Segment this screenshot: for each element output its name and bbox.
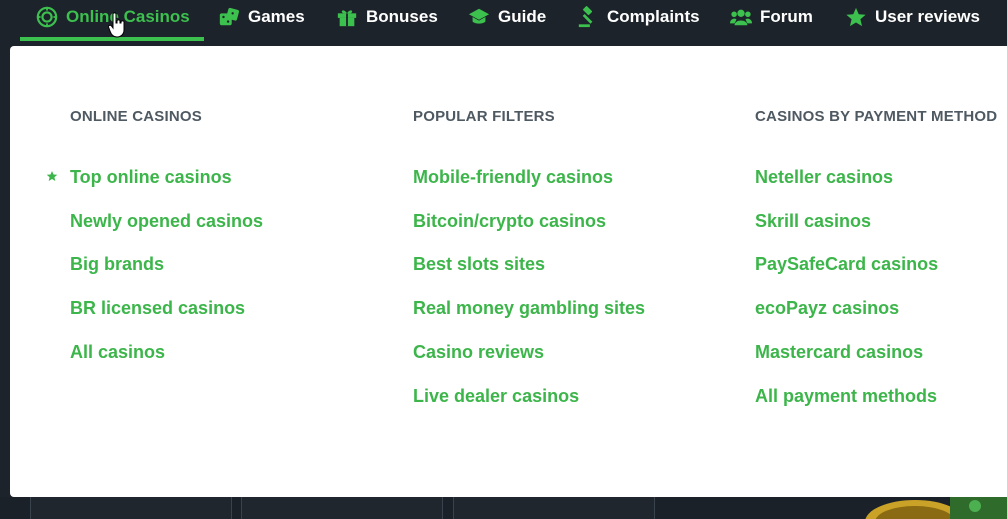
main-nav: Online Casinos Games Bonuses Guide Compl… xyxy=(0,0,1007,42)
hand-cursor-icon xyxy=(108,12,125,38)
link-big-brands[interactable]: Big brands xyxy=(70,254,164,275)
link-top-online-casinos[interactable]: Top online casinos xyxy=(70,167,232,188)
gift-icon xyxy=(337,10,357,27)
nav-bonuses-label: Bonuses xyxy=(366,7,438,26)
link-bitcoin-crypto-casinos[interactable]: Bitcoin/crypto casinos xyxy=(413,211,606,232)
content-card xyxy=(30,497,232,519)
nav-forum[interactable]: Forum xyxy=(730,0,813,34)
nav-guide[interactable]: Guide xyxy=(468,0,546,34)
nav-user-reviews-label: User reviews xyxy=(875,7,980,26)
link-best-slots-sites[interactable]: Best slots sites xyxy=(413,254,545,275)
nav-complaints-label: Complaints xyxy=(607,7,700,26)
online-casinos-dropdown: ONLINE CASINOS Top online casinos Newly … xyxy=(10,46,1007,497)
nav-complaints[interactable]: Complaints xyxy=(577,0,700,34)
nav-games-label: Games xyxy=(248,7,305,26)
star-icon xyxy=(846,7,866,27)
featured-star-icon xyxy=(46,171,58,181)
link-live-dealer-casinos[interactable]: Live dealer casinos xyxy=(413,386,579,407)
link-ecopayz-casinos[interactable]: ecoPayz casinos xyxy=(755,298,899,319)
nav-forum-label: Forum xyxy=(760,7,813,26)
nav-online-casinos-label: Online Casinos xyxy=(66,7,190,26)
casino-chip-icon xyxy=(36,6,58,28)
link-newly-opened-casinos[interactable]: Newly opened casinos xyxy=(70,211,263,232)
link-paysafecard-casinos[interactable]: PaySafeCard casinos xyxy=(755,254,938,275)
nav-bonuses[interactable]: Bonuses xyxy=(336,0,438,34)
link-all-payment-methods[interactable]: All payment methods xyxy=(755,386,937,407)
link-casino-reviews[interactable]: Casino reviews xyxy=(413,342,544,363)
link-neteller-casinos[interactable]: Neteller casinos xyxy=(755,167,893,188)
link-all-casinos[interactable]: All casinos xyxy=(70,342,165,363)
link-mastercard-casinos[interactable]: Mastercard casinos xyxy=(755,342,923,363)
content-card xyxy=(241,497,443,519)
content-card xyxy=(453,497,655,519)
column-heading-online-casinos: ONLINE CASINOS xyxy=(70,108,202,125)
column-heading-popular-filters: POPULAR FILTERS xyxy=(413,108,555,125)
column-heading-casinos-by-payment-method: CASINOS BY PAYMENT METHOD xyxy=(755,108,998,125)
users-icon xyxy=(730,9,752,26)
dice-icon xyxy=(219,7,239,26)
promo-illustration xyxy=(865,497,1007,519)
nav-games[interactable]: Games xyxy=(218,0,305,34)
link-real-money-gambling-sites[interactable]: Real money gambling sites xyxy=(413,298,645,319)
graduation-cap-icon xyxy=(468,8,490,24)
nav-guide-label: Guide xyxy=(498,7,547,26)
link-skrill-casinos[interactable]: Skrill casinos xyxy=(755,211,871,232)
link-br-licensed-casinos[interactable]: BR licensed casinos xyxy=(70,298,245,319)
gavel-icon xyxy=(578,6,593,28)
nav-user-reviews[interactable]: User reviews xyxy=(845,0,980,34)
link-mobile-friendly-casinos[interactable]: Mobile-friendly casinos xyxy=(413,167,613,188)
